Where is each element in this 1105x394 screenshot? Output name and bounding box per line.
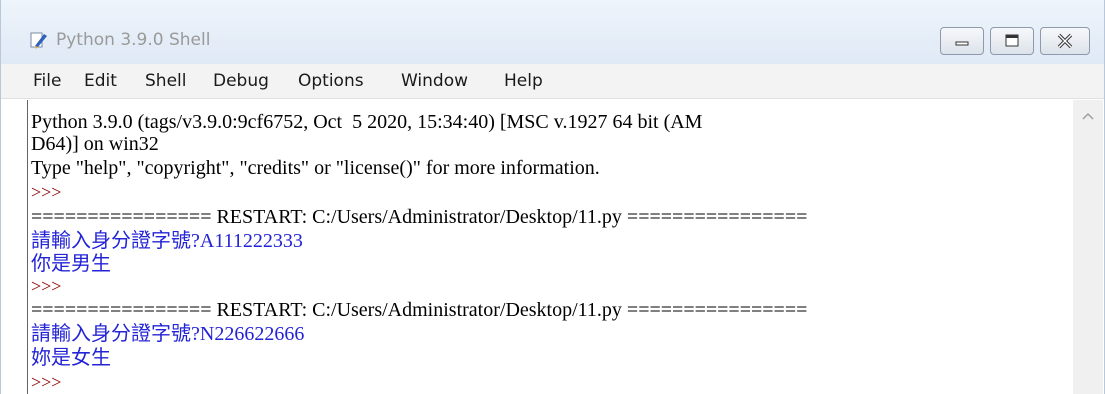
maximize-button[interactable] <box>990 27 1034 55</box>
menu-help[interactable]: Help <box>504 71 543 91</box>
title-bar[interactable]: Python 3.9.0 Shell <box>1 0 1104 64</box>
banner-line: D64)] on win32 <box>31 133 159 155</box>
maximize-icon <box>1005 34 1019 47</box>
menu-window[interactable]: Window <box>401 71 468 91</box>
restart-line: ================ RESTART: C:/Users/Admin… <box>31 206 808 228</box>
idle-shell-window: Python 3.9.0 Shell File Edit Shell Debug… <box>0 0 1105 394</box>
minimize-icon <box>955 41 969 46</box>
menu-file[interactable]: File <box>33 71 61 91</box>
close-icon <box>1057 33 1073 49</box>
program-input-line: 請輸入身分證字號?A111222333 <box>31 230 303 252</box>
shell-prompt: >>> <box>31 182 62 202</box>
shell-prompt: >>> <box>31 276 62 296</box>
restart-line: ================ RESTART: C:/Users/Admin… <box>31 299 808 321</box>
banner-line: Type "help", "copyright", "credits" or "… <box>31 157 600 179</box>
banner-line: Python 3.9.0 (tags/v3.9.0:9cf6752, Oct 5… <box>31 111 703 133</box>
python-feather-icon <box>29 30 49 50</box>
menu-options[interactable]: Options <box>298 71 364 91</box>
menu-edit[interactable]: Edit <box>84 71 117 91</box>
program-output-line: 妳是女生 <box>31 347 111 369</box>
window-title: Python 3.9.0 Shell <box>56 30 211 50</box>
program-output-line: 你是男生 <box>31 253 111 275</box>
vertical-scrollbar[interactable] <box>1073 100 1103 394</box>
program-input-line: 請輸入身分證字號?N226622666 <box>31 323 305 345</box>
menu-debug[interactable]: Debug <box>213 71 269 91</box>
close-button[interactable] <box>1040 27 1090 55</box>
minimize-button[interactable] <box>940 27 984 55</box>
menu-bar: File Edit Shell Debug Options Window Hel… <box>1 64 1104 99</box>
scroll-up-arrow-icon[interactable] <box>1073 106 1103 128</box>
shell-prompt: >>> <box>31 372 62 392</box>
menu-shell[interactable]: Shell <box>145 71 186 91</box>
